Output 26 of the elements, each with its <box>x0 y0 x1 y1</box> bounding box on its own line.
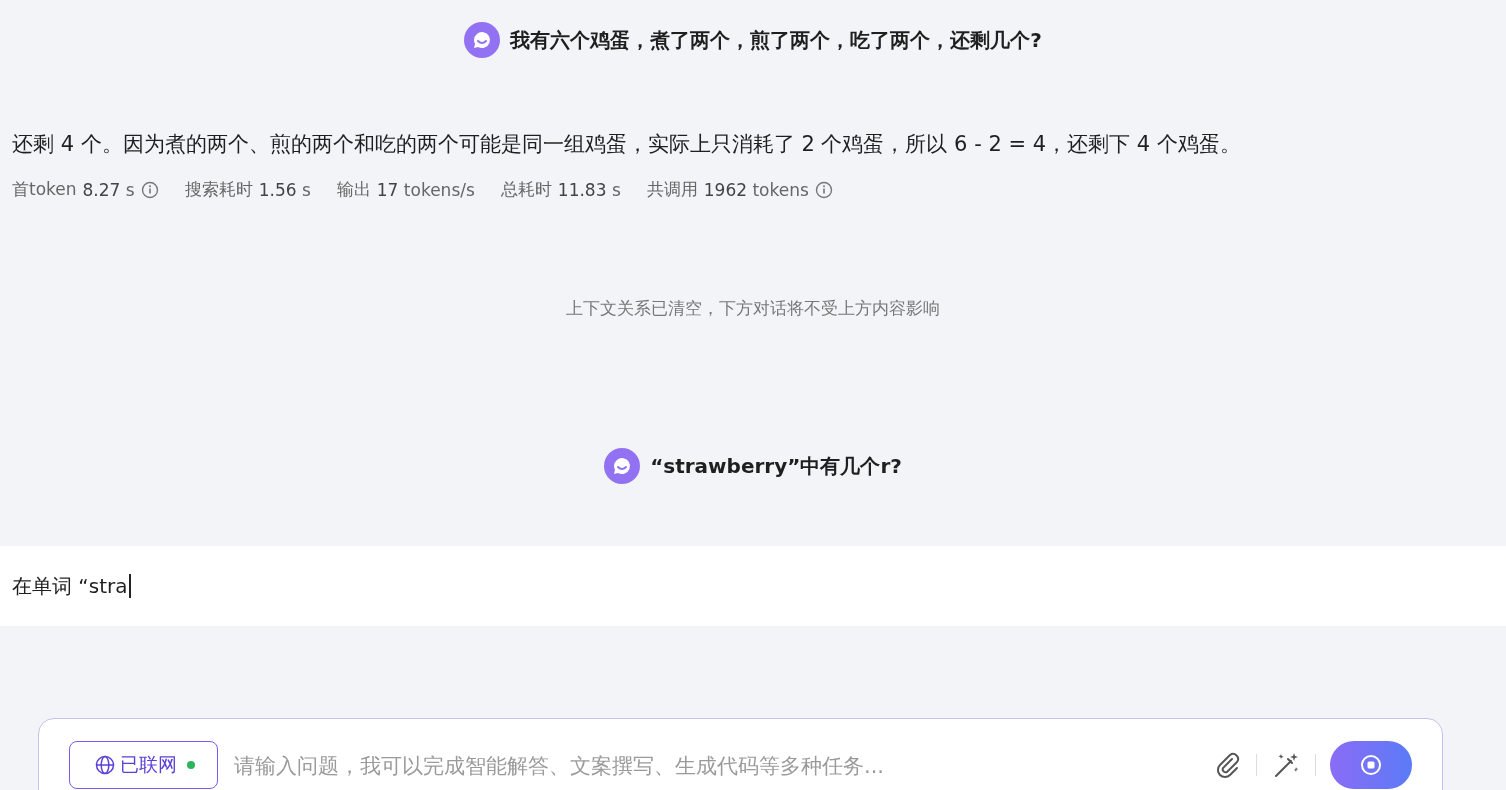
streaming-answer-text: 在单词 “stra <box>12 572 128 600</box>
info-icon[interactable] <box>140 180 159 199</box>
stat-value: 1.56 s <box>258 179 311 200</box>
question-text: “strawberry”中有几个r? <box>650 452 902 480</box>
assistant-avatar-icon <box>464 22 501 58</box>
stat-value: 1962 tokens <box>703 179 809 200</box>
stat-value: 8.27 s <box>82 179 135 200</box>
question-input[interactable]: 请输入问题，我可以完成智能解答、文案撰写、生成代码等多种任务... <box>232 741 1198 790</box>
stat-label: 搜索耗时 <box>184 178 253 201</box>
stat-label: 首token <box>12 178 77 201</box>
question-text: 我有六个鸡蛋，煮了两个，煎了两个，吃了两个，还剩几个? <box>510 26 1042 54</box>
answer-text: 还剩 4 个。因为煮的两个、煎的两个和吃的两个可能是同一组鸡蛋，实际上只消耗了 2 个鸡蛋，所以 6 - 2 = 4，还剩下 4 个鸡蛋。 <box>12 131 1242 158</box>
context-cleared-notice: 上下文关系已清空，下方对话将不受上方内容影响 <box>565 297 941 320</box>
web-search-toggle[interactable]: 已联网 <box>69 741 218 789</box>
globe-icon <box>94 754 116 776</box>
stat-label: 共调用 <box>646 178 698 201</box>
info-icon[interactable] <box>814 180 833 199</box>
stop-icon <box>1359 753 1383 777</box>
stat-value: 11.83 s <box>557 179 621 200</box>
text-cursor <box>129 574 132 598</box>
stop-button[interactable] <box>1330 741 1412 789</box>
stat-label: 输出 <box>336 178 371 201</box>
stat-label: 总耗时 <box>500 178 552 201</box>
stat-value: 17 tokens/s <box>376 179 475 200</box>
assistant-avatar-icon <box>604 448 641 484</box>
chat-input-box[interactable]: 已联网 请输入问题，我可以完成智能解答、文案撰写、生成代码等多种任务... <box>38 718 1443 790</box>
